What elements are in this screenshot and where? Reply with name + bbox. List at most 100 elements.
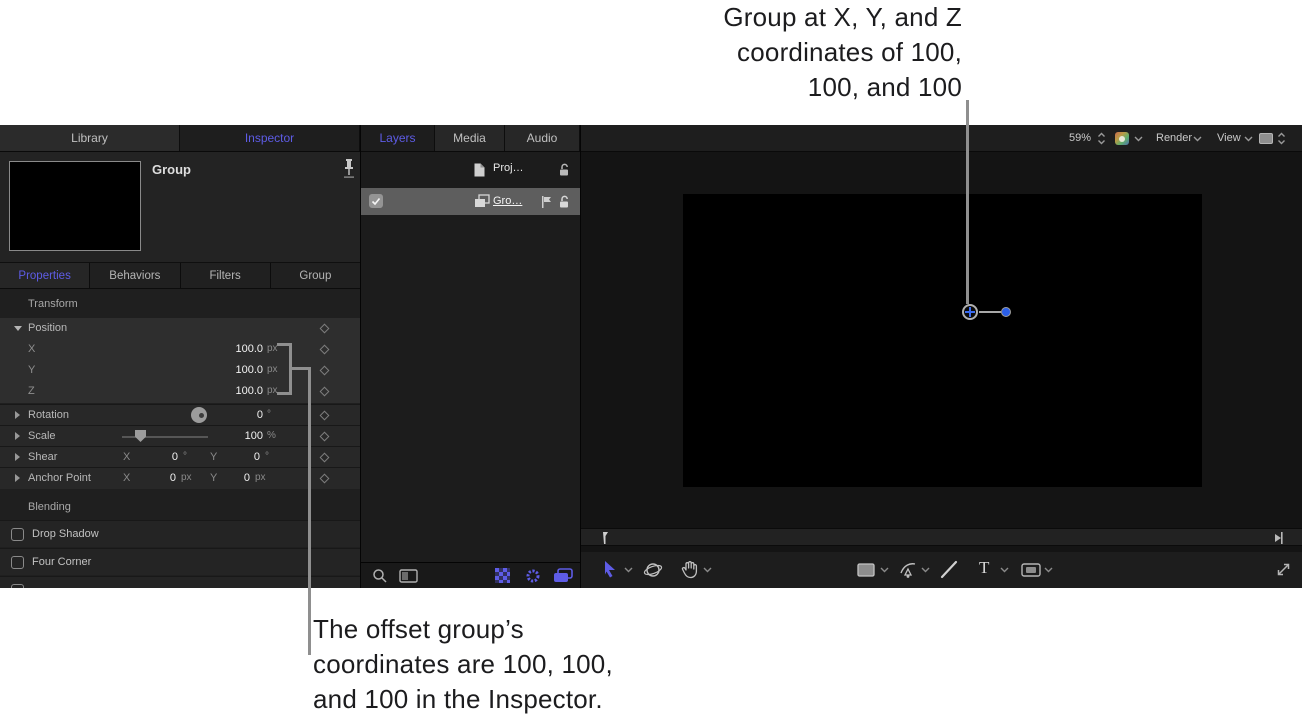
rectangle-tool-icon[interactable] [857, 563, 875, 577]
tab-group[interactable]: Group [271, 263, 360, 288]
chevron-down-icon[interactable] [1193, 136, 1202, 142]
layer-name[interactable]: Proj… [493, 162, 524, 174]
canvas-bottom-toolbar: T [581, 552, 1302, 588]
stepper-arrows-icon[interactable] [1097, 132, 1106, 145]
anchor-x-unit: px [181, 472, 192, 483]
chevron-down-icon[interactable] [1244, 136, 1253, 142]
disclosure-triangle-icon[interactable] [15, 432, 20, 440]
timeline-strip[interactable] [581, 528, 1302, 546]
position-row[interactable]: Position [0, 318, 360, 339]
shear-y-field[interactable]: 0 [224, 451, 260, 463]
checkerboard-icon[interactable] [495, 568, 510, 583]
anchor-x-field[interactable]: 0 [140, 472, 176, 484]
orbit-3d-transform-tool-icon[interactable] [643, 560, 663, 580]
scale-unit: % [267, 430, 276, 441]
unlock-icon[interactable] [557, 163, 571, 177]
layer-name[interactable]: Gro… [493, 195, 522, 207]
x-axis-handle-dot[interactable] [1001, 307, 1011, 317]
tab-behaviors[interactable]: Behaviors [90, 263, 180, 288]
shear-y-label: Y [210, 451, 217, 463]
expand-diagonal-arrows-icon[interactable] [1275, 561, 1292, 578]
chevron-down-icon[interactable] [921, 567, 930, 573]
tab-audio[interactable]: Audio [505, 125, 580, 151]
unlock-icon[interactable] [557, 195, 571, 209]
tab-properties[interactable]: Properties [0, 263, 90, 288]
anchor-point-label: Anchor Point [28, 472, 91, 484]
pan-hand-tool-icon[interactable] [681, 560, 699, 579]
tab-media[interactable]: Media [435, 125, 505, 151]
chevron-down-icon[interactable] [1134, 136, 1143, 142]
callout-line-top-vertical [966, 100, 969, 304]
keyframe-diamond-icon[interactable] [320, 432, 330, 442]
shear-x-label: X [123, 451, 130, 463]
keyframe-diamond-icon[interactable] [320, 345, 330, 355]
render-dropdown[interactable]: Render [1156, 132, 1192, 144]
position-block: Position X 100.0 px Y 100.0 px [0, 318, 360, 403]
disclosure-triangle-icon[interactable] [15, 474, 20, 482]
chevron-down-icon[interactable] [1044, 567, 1053, 573]
keyframe-diamond-icon[interactable] [320, 411, 330, 421]
shear-x-field[interactable]: 0 [142, 451, 178, 463]
z-value-field[interactable]: 100.0 [180, 385, 263, 397]
disclosure-triangle-icon[interactable] [15, 453, 20, 461]
display-mode-swatch[interactable] [1259, 133, 1273, 144]
tab-filters[interactable]: Filters [181, 263, 271, 288]
pin-icon[interactable] [342, 158, 356, 178]
drop-shadow-checkbox[interactable] [11, 528, 24, 541]
group-layers-icon [474, 194, 490, 209]
annotation-top-line: coordinates of 100, [723, 35, 962, 70]
tab-inspector[interactable]: Inspector [180, 125, 360, 151]
gear-circle-icon[interactable] [525, 568, 541, 584]
z-label: Z [28, 385, 35, 397]
stage[interactable] [683, 194, 1202, 487]
flag-icon[interactable] [540, 195, 553, 209]
paint-stroke-tool-icon[interactable] [939, 559, 959, 580]
layer-row-project[interactable]: Proj… [361, 155, 580, 185]
x-value-field[interactable]: 100.0 [180, 343, 263, 355]
text-tool-icon[interactable]: T [979, 558, 989, 578]
disclosure-triangle-icon[interactable] [15, 411, 20, 419]
layer-checkbox[interactable] [369, 194, 383, 208]
select-arrow-tool-icon[interactable] [603, 560, 617, 578]
layer-row-group[interactable]: Gro… [361, 188, 580, 215]
four-corner-checkbox[interactable] [11, 556, 24, 569]
keyframe-diamond-icon[interactable] [320, 366, 330, 376]
x-label: X [28, 343, 35, 355]
anchor-crosshair-icon [965, 311, 975, 313]
partial-checkbox[interactable] [11, 584, 24, 588]
chevron-down-icon[interactable] [703, 567, 712, 573]
end-marker-icon[interactable] [1274, 531, 1284, 545]
keyframe-diamond-icon[interactable] [320, 387, 330, 397]
chevron-down-icon[interactable] [1000, 567, 1009, 573]
position-label: Position [28, 322, 67, 334]
keyframe-diamond-icon[interactable] [320, 453, 330, 463]
panel-divider [360, 125, 361, 588]
preview-area: Group [0, 152, 360, 263]
rotation-value-field[interactable]: 0 [180, 409, 263, 421]
playhead-marker-icon[interactable] [601, 531, 611, 545]
tab-filters-label: Filters [209, 270, 240, 282]
tab-library[interactable]: Library [0, 125, 180, 151]
disclosure-triangle-icon[interactable] [14, 326, 22, 331]
zoom-level-dropdown[interactable]: 59% [1069, 132, 1091, 144]
shear-label: Shear [28, 451, 57, 463]
scale-value-field[interactable]: 100 [180, 430, 263, 442]
view-dropdown[interactable]: View [1217, 132, 1241, 144]
keyframe-diamond-icon[interactable] [320, 474, 330, 484]
anchor-y-field[interactable]: 0 [214, 472, 250, 484]
tab-layers[interactable]: Layers [361, 125, 435, 151]
isolate-layers-icon[interactable] [553, 568, 573, 584]
search-icon[interactable] [372, 568, 388, 584]
scale-slider-thumb[interactable] [135, 430, 146, 442]
color-channel-swatch[interactable] [1115, 132, 1129, 145]
stepper-arrows-icon[interactable] [1277, 132, 1286, 145]
keyframe-diamond-icon[interactable] [320, 324, 330, 334]
shear-x-unit: ° [183, 451, 187, 462]
chevron-down-icon[interactable] [624, 567, 633, 573]
y-value-field[interactable]: 100.0 [180, 364, 263, 376]
y-label: Y [28, 364, 35, 376]
chevron-down-icon[interactable] [880, 567, 889, 573]
bezier-pen-tool-icon[interactable] [899, 560, 918, 579]
mask-tool-icon[interactable] [1021, 563, 1041, 577]
show-hide-panel-icon[interactable] [399, 569, 418, 583]
